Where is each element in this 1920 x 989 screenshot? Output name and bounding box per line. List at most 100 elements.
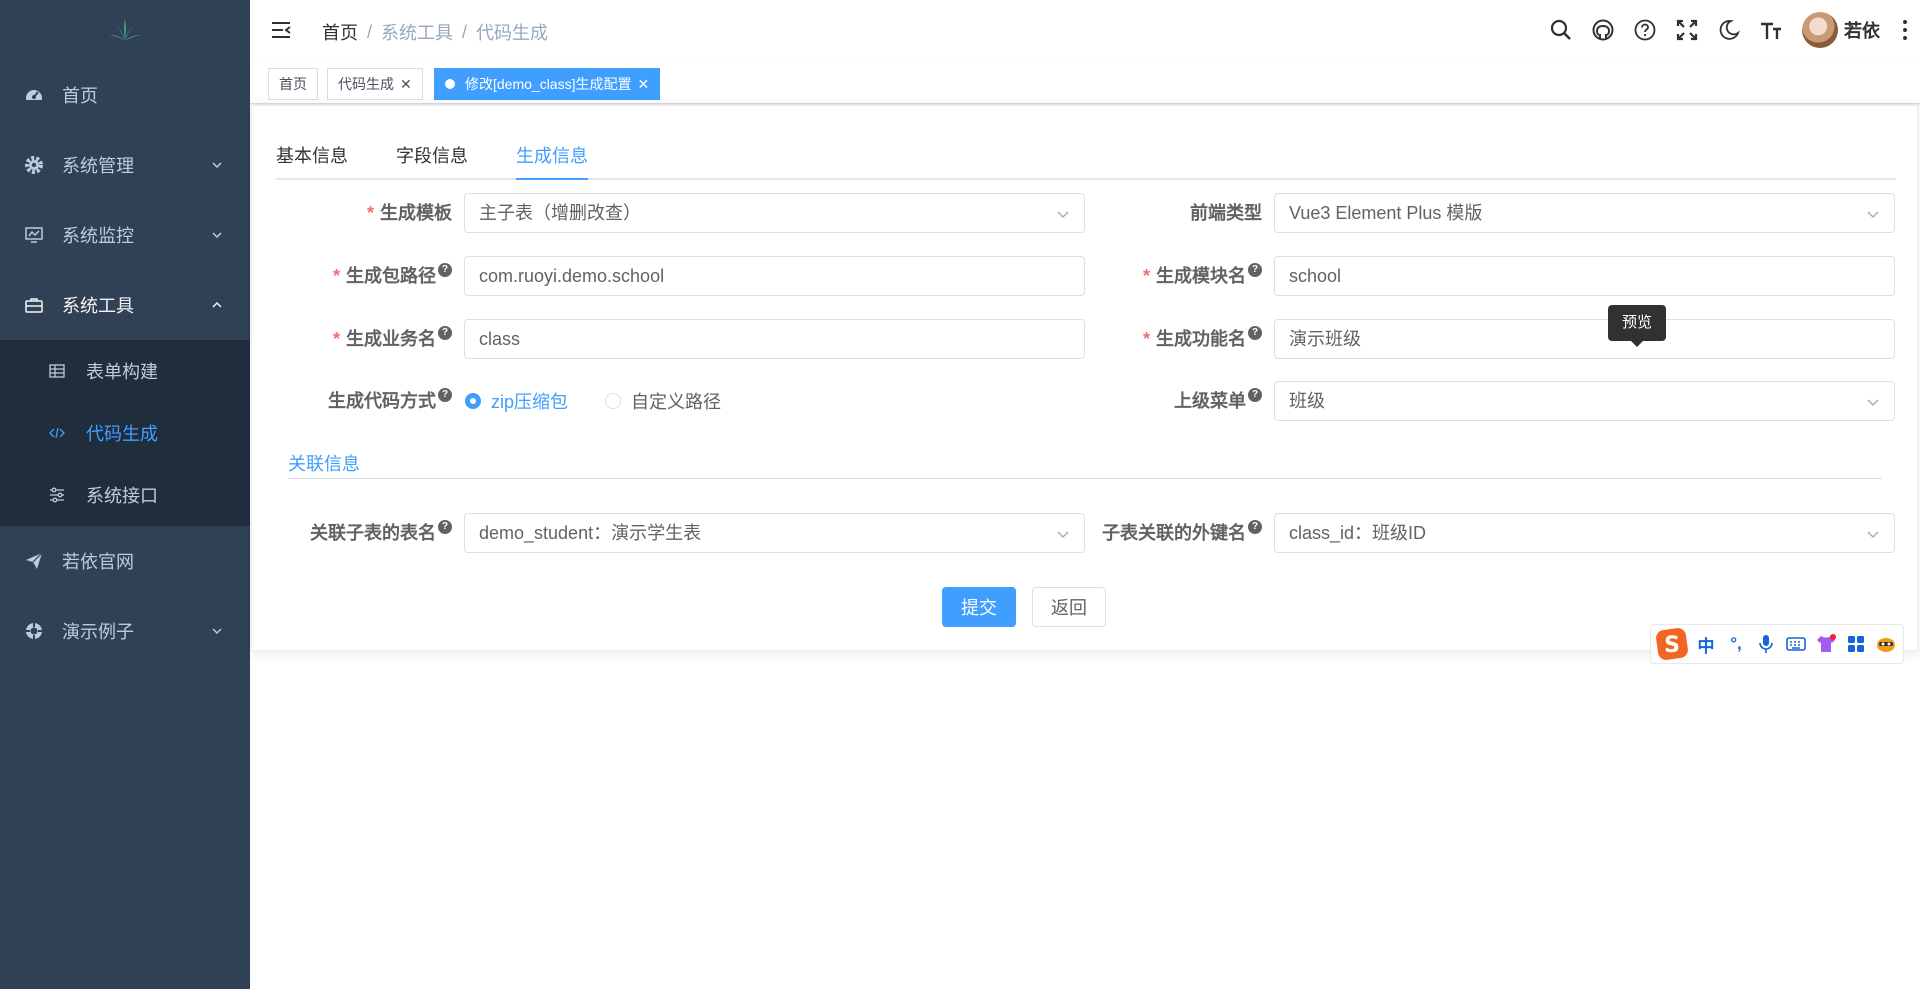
question-icon[interactable] <box>1624 0 1666 60</box>
sidebar-item-system[interactable]: 系统管理 <box>0 130 250 200</box>
chevron-down-icon <box>212 232 222 239</box>
tab-field-info[interactable]: 字段信息 <box>396 134 468 180</box>
label-text: 生成业务名 <box>346 329 436 349</box>
apps-grid-icon[interactable] <box>1841 625 1871 663</box>
radio-unchecked-icon <box>605 393 621 409</box>
radio-label: 自定义路径 <box>631 392 721 412</box>
microphone-icon[interactable] <box>1751 625 1781 663</box>
ime-mode[interactable]: 中 <box>1691 625 1721 663</box>
keyboard-icon[interactable] <box>1781 625 1811 663</box>
fullscreen-icon[interactable] <box>1666 0 1708 60</box>
input-value: class <box>479 329 521 349</box>
label-text: 生成功能名 <box>1156 329 1246 349</box>
right-menu: 若依 <box>1540 0 1920 60</box>
navbar: 首页 / 系统工具 / 代码生成 若依 <box>250 0 1920 60</box>
radio-zip[interactable]: zip压缩包 <box>465 381 568 421</box>
chevron-down-icon <box>1867 399 1879 407</box>
close-icon[interactable]: ✕ <box>400 76 412 93</box>
tab-basic-info[interactable]: 基本信息 <box>276 134 348 180</box>
dashboard-icon <box>24 85 44 105</box>
sidebar-item-swagger[interactable]: 系统接口 <box>0 464 250 526</box>
sidebar-item-form-build[interactable]: 表单构建 <box>0 340 250 402</box>
label-text: 子表关联的外键名 <box>1102 523 1246 543</box>
skin-shirt-icon[interactable] <box>1811 625 1841 663</box>
sidebar-item-label: 首页 <box>62 86 98 106</box>
question-icon[interactable]: ? <box>438 326 452 340</box>
sub-fk-select[interactable]: class_id：班级ID <box>1274 513 1895 553</box>
sidebar-item-home[interactable]: 首页 <box>0 60 250 130</box>
tab-gen-info[interactable]: 生成信息 <box>516 134 588 180</box>
chevron-down-icon <box>212 162 222 169</box>
back-button[interactable]: 返回 <box>1032 587 1106 627</box>
module-name-label: * 生成模块名? <box>952 256 1262 296</box>
question-icon[interactable]: ? <box>438 388 452 402</box>
user-dropdown[interactable]: 若依 <box>1802 12 1880 48</box>
sidebar-item-label: 系统监控 <box>62 226 134 246</box>
mascot-icon[interactable] <box>1871 625 1901 663</box>
github-icon[interactable] <box>1582 0 1624 60</box>
frontend-type-label: 前端类型 <box>952 193 1262 233</box>
tag-home[interactable]: 首页 <box>268 68 318 100</box>
business-name-label: * 生成业务名? <box>252 319 452 359</box>
sidebar-item-demo[interactable]: 演示例子 <box>0 596 250 666</box>
question-icon[interactable]: ? <box>1248 520 1262 534</box>
required-mark: * <box>332 266 340 286</box>
question-icon[interactable]: ? <box>1248 326 1262 340</box>
sidebar-item-label: 演示例子 <box>62 622 134 642</box>
sidebar-item-label: 系统工具 <box>62 296 134 316</box>
sogou-logo-icon[interactable]: S <box>1653 625 1691 663</box>
breadcrumb-current: 代码生成 <box>476 23 549 43</box>
sidebar-item-code-gen[interactable]: 代码生成 <box>0 402 250 464</box>
sidebar-item-label: 系统管理 <box>62 156 134 176</box>
sub-fk-label: 子表关联的外键名? <box>952 513 1262 553</box>
label-text: 生成代码方式 <box>328 391 436 411</box>
toolbox-icon <box>24 295 44 315</box>
radio-checked-icon <box>465 393 481 409</box>
tag-edit-gen-config[interactable]: 修改[demo_class]生成配置 ✕ <box>434 68 661 100</box>
parent-menu-select[interactable]: 班级 <box>1274 381 1895 421</box>
sidebar: 首页 系统管理 系统监控 系统工具 表单构建 代码生成 系统接口 若依官网 演示… <box>0 0 250 989</box>
function-name-label: * 生成功能名? <box>952 319 1262 359</box>
tag-label: 首页 <box>279 76 307 92</box>
question-icon[interactable]: ? <box>1248 263 1262 277</box>
font-size-icon[interactable] <box>1750 0 1792 60</box>
monitor-icon <box>24 225 44 245</box>
required-mark: * <box>332 329 340 349</box>
active-dot-icon <box>445 79 455 89</box>
radio-custom-path[interactable]: 自定义路径 <box>605 381 721 421</box>
module-name-input[interactable]: school <box>1274 256 1895 296</box>
sliders-icon <box>48 486 66 504</box>
gen-type-label: 生成代码方式? <box>252 381 452 421</box>
label-text: 前端类型 <box>1190 203 1262 223</box>
question-icon[interactable]: ? <box>438 520 452 534</box>
input-value: school <box>1289 266 1342 286</box>
label-text: 上级菜单 <box>1174 391 1246 411</box>
more-vertical-icon[interactable] <box>1890 0 1920 60</box>
breadcrumb-home[interactable]: 首页 <box>322 19 358 45</box>
function-name-input[interactable]: 演示班级 <box>1274 319 1895 359</box>
breadcrumb-separator: / <box>367 21 373 42</box>
select-value: Vue3 Element Plus 模版 <box>1289 203 1483 223</box>
tag-code-gen[interactable]: 代码生成 ✕ <box>327 68 423 100</box>
ime-punct[interactable]: °, <box>1721 625 1751 663</box>
hamburger-icon[interactable] <box>270 19 292 41</box>
sidebar-item-monitor[interactable]: 系统监控 <box>0 200 250 270</box>
logo[interactable] <box>0 0 250 60</box>
sidebar-item-website[interactable]: 若依官网 <box>0 526 250 596</box>
user-name: 若依 <box>1844 21 1880 41</box>
close-icon[interactable]: ✕ <box>637 76 649 93</box>
moon-icon[interactable] <box>1708 0 1750 60</box>
search-icon[interactable] <box>1540 0 1582 60</box>
breadcrumb-tool: 系统工具 <box>381 23 454 43</box>
frontend-type-select[interactable]: Vue3 Element Plus 模版 <box>1274 193 1895 233</box>
submit-button[interactable]: 提交 <box>942 587 1016 627</box>
sidebar-item-tool[interactable]: 系统工具 <box>0 270 250 340</box>
question-icon[interactable]: ? <box>1248 388 1262 402</box>
divider <box>288 478 1882 479</box>
question-icon[interactable]: ? <box>438 263 452 277</box>
required-mark: * <box>366 203 374 223</box>
required-mark: * <box>1142 329 1150 349</box>
gear-icon <box>24 155 44 175</box>
required-mark: * <box>1142 266 1150 286</box>
select-value: 班级 <box>1289 391 1325 411</box>
